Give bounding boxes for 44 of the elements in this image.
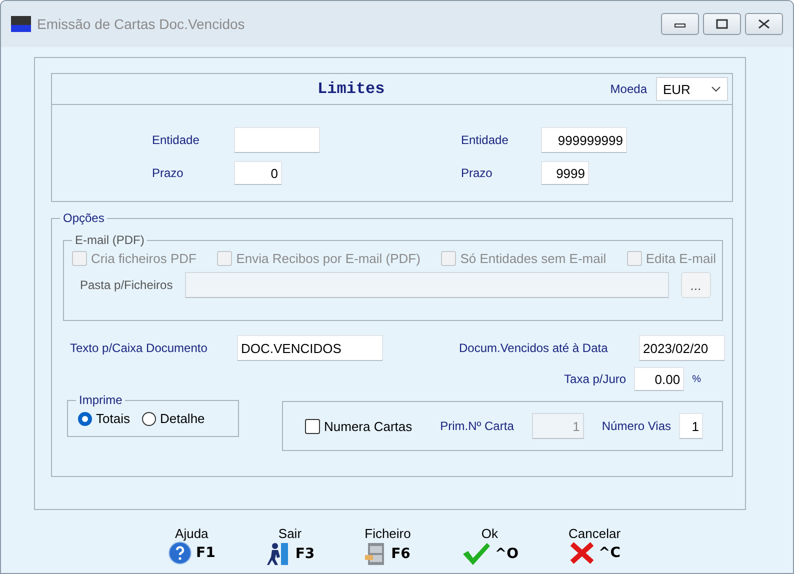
toolbar-button[interactable]: Sair F3 [265, 526, 315, 567]
toolbar-button[interactable]: Ficheiro F6 [364, 526, 411, 567]
close-icon [758, 19, 770, 29]
section-title: Limites [316, 80, 386, 98]
field-label: Entidade [461, 133, 508, 147]
field-label: Entidade [152, 133, 200, 147]
input-field[interactable] [234, 127, 320, 153]
field-label: Docum.Vencidos até à Data [459, 341, 608, 355]
radio-option[interactable]: Totais [78, 411, 130, 426]
app-icon [11, 16, 31, 32]
field-label: Taxa p/Juro [564, 372, 626, 386]
field-label: Moeda [610, 82, 647, 96]
window-title: Emissão de Cartas Doc.Vencidos [37, 16, 246, 32]
toolbar-button[interactable]: Ajuda F1 [168, 526, 216, 567]
group-title: Opções [62, 211, 106, 225]
currency-select[interactable]: EUR [656, 77, 728, 101]
cross-icon [568, 541, 595, 565]
radio-option[interactable]: Detalhe [142, 411, 205, 426]
minimize-button[interactable] [661, 13, 699, 35]
field-label: Texto p/Caixa Documento [70, 341, 208, 355]
field-label: Prazo [461, 166, 492, 180]
unit-label: % [692, 374, 701, 384]
help-icon [168, 541, 192, 565]
toolbar-button[interactable]: Cancelar ^C [568, 526, 621, 567]
close-button[interactable] [745, 13, 783, 35]
toolbar-button[interactable]: Ok ^O [460, 526, 519, 567]
field-label: Prazo [152, 166, 184, 180]
maximize-icon [716, 19, 728, 29]
field-label: Pasta p/Ficheiros [80, 278, 173, 292]
field-label: Número Vias [602, 419, 672, 433]
group-title: E-mail (PDF) [74, 233, 146, 247]
group-title: Imprime [78, 393, 124, 407]
checkbox[interactable]: Numera Cartas [305, 418, 412, 434]
input-field[interactable]: 999999999 [541, 127, 627, 153]
input-field[interactable]: 9999 [541, 161, 589, 185]
input-field[interactable]: DOC.VENCIDOS [237, 335, 383, 361]
maximize-button[interactable] [703, 13, 741, 35]
input-field[interactable]: 0.00 [634, 367, 684, 391]
date-field[interactable]: 2023/02/20 [639, 335, 725, 361]
field-label: Prim.Nº Carta [440, 419, 514, 433]
input-field[interactable]: 0 [234, 161, 282, 185]
chevron-down-icon [711, 86, 721, 92]
input-field[interactable]: 1 [679, 413, 704, 439]
check-icon [460, 541, 491, 567]
